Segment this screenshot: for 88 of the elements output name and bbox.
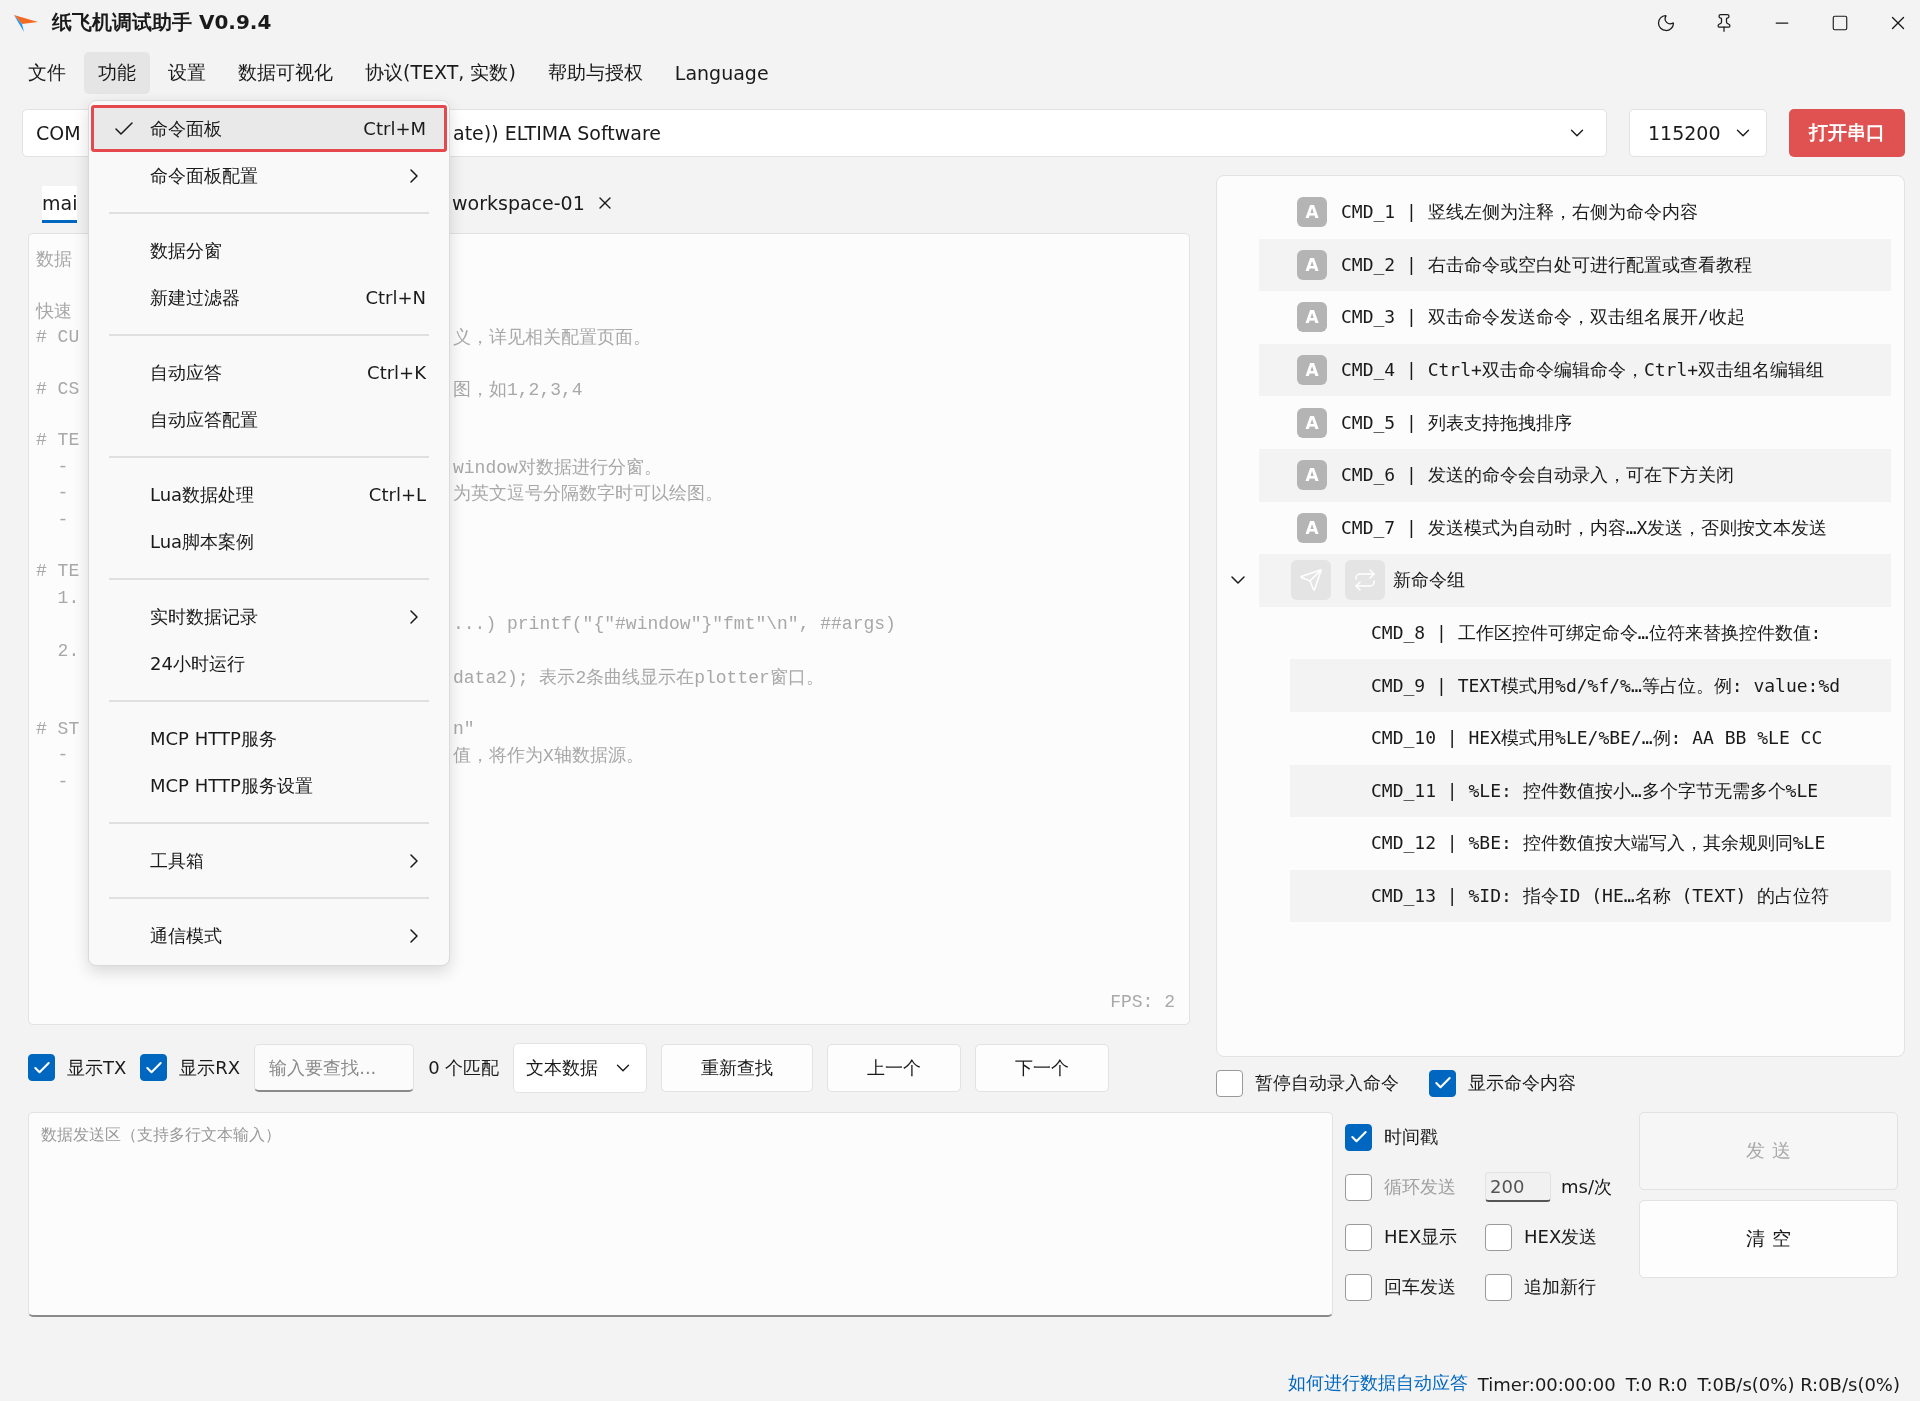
window-title: 纸飞机调试助手 V0.9.4 [52,9,272,36]
menu-item[interactable]: 新建过滤器 Ctrl+N [91,274,447,321]
log-text: n" [453,718,475,739]
checkbox[interactable]: 时间戳 [1345,1123,1485,1151]
log-text: - [56,509,69,530]
log-text: - [56,456,69,477]
menu-bar-item[interactable]: Language [660,53,783,92]
log-text: - [56,483,69,504]
log-text: 为英文逗号分隔数字时可以绘图。 [453,483,723,506]
baud-rate-dropdown[interactable]: 115200 [1629,108,1767,157]
menu-item[interactable]: 通信模式 [91,912,447,959]
command-item[interactable]: CMD_6 | 发送的命令会自动录入，可在下方关闭 [1341,463,1734,488]
checkbox[interactable]: 暂停自动录入命令 [1216,1069,1399,1097]
clear-button[interactable]: 清 空 [1639,1200,1898,1278]
menu-bar-item[interactable]: 数据可视化 [224,51,347,94]
checkbox[interactable]: 显示RX [140,1054,241,1081]
log-text: 图，如1,2,3,4 [453,378,583,401]
menu-item[interactable]: 24小时运行 [91,640,447,687]
command-item[interactable]: CMD_4 | Ctrl+双击命令编辑命令，Ctrl+双击组名编辑组 [1341,358,1825,383]
count-text: T:0 R:0 [1625,1374,1688,1395]
checkbox[interactable]: HEX发送 [1485,1223,1627,1251]
command-badge-icon: A [1297,512,1327,543]
command-badge-icon: A [1297,407,1327,438]
data-mode-dropdown[interactable]: 文本数据 [513,1042,648,1093]
command-badge-icon: A [1297,355,1327,386]
menu-item[interactable]: 实时数据记录 [91,593,447,640]
command-item[interactable]: CMD_12 | %BE: 控件数值按大端写入，其余规则同%LE [1371,831,1826,856]
checkbox[interactable]: HEX显示 [1345,1223,1485,1251]
paper-plane-logo-icon [14,12,38,33]
menu-item[interactable]: MCP HTTP服务设置 [91,762,447,809]
send-text-field[interactable]: 数据发送区（支持多行文本输入） [28,1112,1333,1317]
log-text: # TE [36,430,80,451]
menu-bar-item[interactable]: 设置 [154,51,220,94]
rate-text: T:0B/s(0%) R:0B/s(0%) [1697,1374,1900,1395]
command-badge-icon: A [1297,460,1327,491]
checkbox[interactable]: 显示命令内容 [1429,1069,1576,1097]
log-text: 快速 [36,300,72,323]
log-text: 值，将作为X轴数据源。 [453,745,644,768]
open-port-button[interactable]: 打开串口 [1789,108,1905,157]
help-link[interactable]: 如何进行数据自动应答 [1287,1371,1468,1395]
menu-item[interactable]: Lua数据处理 Ctrl+L [91,471,447,518]
checkbox[interactable]: 回车发送 [1345,1273,1485,1301]
find-button[interactable]: 重新查找 [661,1043,814,1092]
command-item[interactable]: CMD_7 | 发送模式为自动时，内容…X发送，否则按文本发送 [1341,515,1828,540]
menu-item[interactable]: 命令面板 Ctrl+M [91,105,447,152]
log-text: # CS [36,378,80,399]
log-text: 2. [56,640,80,661]
command-badge-icon: A [1297,197,1327,228]
fps-counter: FPS: 2 [1110,992,1175,1012]
tab[interactable]: mai [42,185,78,223]
log-text: ...) printf("{"#window"}"fmt"\n", ##args) [453,614,896,635]
tab[interactable]: workspace-01 [452,185,615,223]
menu-item[interactable]: MCP HTTP服务 [91,715,447,762]
log-text: - [56,771,69,792]
find-button[interactable]: 上一个 [827,1043,962,1092]
menu-bar-item[interactable]: 文件 [14,51,80,94]
log-text: 1. [56,587,80,608]
checkbox[interactable]: 追加新行 [1485,1273,1627,1301]
find-button[interactable]: 下一个 [975,1043,1110,1092]
menu-bar-item[interactable]: 帮助与授权 [533,51,657,94]
menu-bar-item[interactable]: 功能 [84,51,150,94]
command-badge-icon: A [1297,302,1327,333]
search-field[interactable]: 输入要查找... [254,1043,415,1092]
log-text: 数据 [36,249,72,272]
menu-item[interactable]: 自动应答 Ctrl+K [91,349,447,396]
log-text: 义，详见相关配置页面。 [453,327,651,350]
log-text: - [56,745,69,766]
timer-text: Timer:00:00:00 [1477,1374,1616,1395]
command-item[interactable]: CMD_2 | 右击命令或空白处可进行配置或查看教程 [1341,252,1752,277]
command-badge-icon: A [1297,249,1327,280]
log-text: # ST [36,718,80,739]
log-text: # TE [36,561,80,582]
log-text: # CU [36,327,80,348]
log-text: window对数据进行分窗。 [453,456,662,479]
match-count: 0 个匹配 [428,1055,500,1080]
checkbox[interactable]: 显示TX [28,1054,127,1081]
menu-item[interactable]: 自动应答配置 [91,396,447,443]
menu-item[interactable]: Lua脚本案例 [91,518,447,565]
command-item[interactable]: CMD_1 | 竖线左侧为注释，右侧为命令内容 [1341,200,1698,225]
group-label[interactable]: 新命令组 [1393,568,1465,593]
command-item[interactable]: CMD_10 | HEX模式用%LE/%BE/…例: AA BB %LE CC [1371,726,1823,751]
command-item[interactable]: CMD_8 | 工作区控件可绑定命令…位符来替换控件数值: [1371,621,1822,646]
menu-bar-item[interactable]: 协议(TEXT, 实数) [351,51,530,94]
command-item[interactable]: CMD_5 | 列表支持拖拽排序 [1341,410,1572,435]
log-text: data2); 表示2条曲线显示在plotter窗口。 [453,667,824,690]
menu-item[interactable]: 工具箱 [91,837,447,884]
interval-unit: ms/次 [1561,1175,1612,1199]
command-item[interactable]: CMD_3 | 双击命令发送命令，双击组名展开/收起 [1341,305,1745,330]
